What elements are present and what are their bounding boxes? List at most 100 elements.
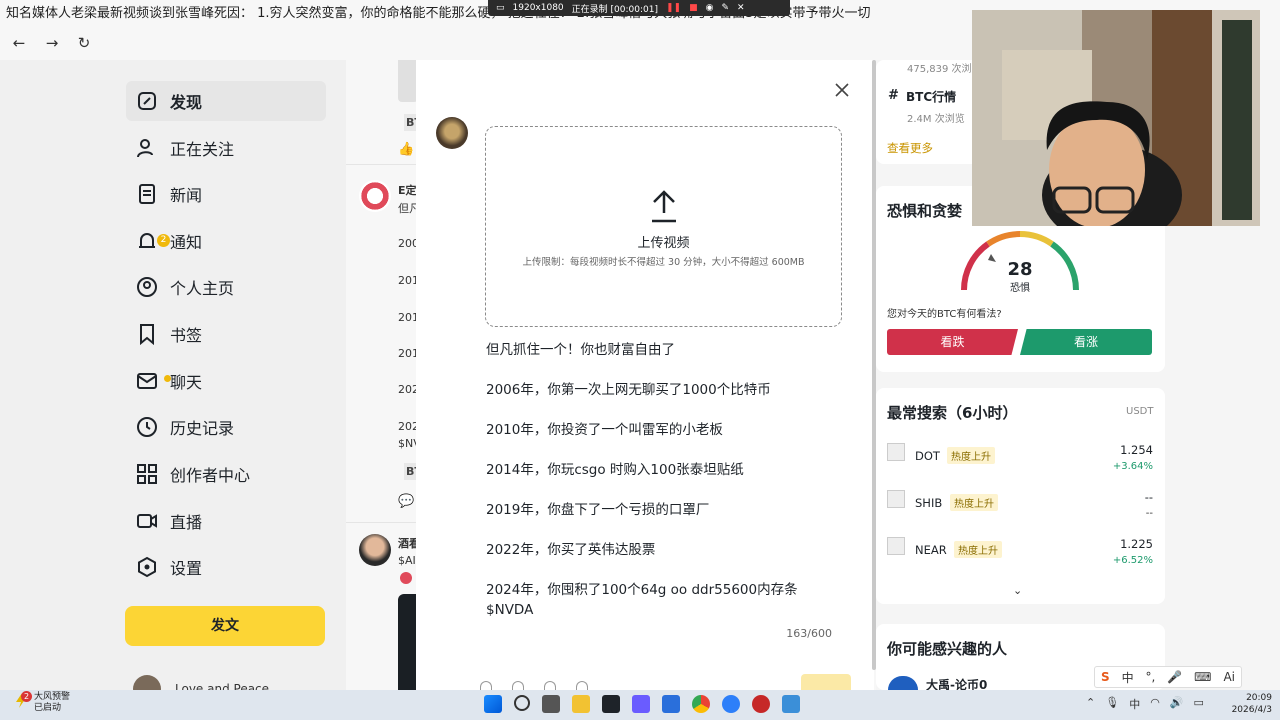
- sidebar-item-label: 正在关注: [170, 140, 235, 159]
- browser-icon[interactable]: [722, 695, 740, 713]
- sidebar-item-label: 通知: [170, 233, 203, 252]
- topic-name[interactable]: BTC行情: [906, 88, 956, 105]
- char-counter: 163/600: [786, 627, 832, 640]
- screen-recorder-bar[interactable]: ▭ 1920x1080 正在录制 [00:00:01] ❚❚ ■ ◉ ✎ ✕: [488, 0, 790, 16]
- sidebar-item-label: 新闻: [170, 186, 203, 205]
- chevron-up-icon[interactable]: ⌃: [1086, 696, 1095, 712]
- camera-icon[interactable]: ◉: [706, 3, 714, 13]
- notepad-icon[interactable]: [782, 695, 800, 713]
- sidebar-item-label: 设置: [170, 559, 203, 578]
- emoji-icon[interactable]: [480, 681, 492, 690]
- sidebar-item-creator[interactable]: 创作者中心: [126, 454, 326, 494]
- post-line: $NVDA: [486, 602, 534, 618]
- sidebar-item-discover[interactable]: 发现: [126, 81, 326, 121]
- ime-indicator-icon[interactable]: 中: [1129, 696, 1140, 712]
- microphone-icon[interactable]: 🎤: [1167, 670, 1182, 684]
- poll-icon[interactable]: [576, 681, 588, 690]
- like-icon[interactable]: 👍: [398, 142, 414, 157]
- start-icon[interactable]: [484, 695, 502, 713]
- hot-badge: 热度上升: [950, 494, 998, 511]
- sogou-icon[interactable]: S: [1101, 670, 1110, 684]
- mention-icon[interactable]: [544, 681, 556, 690]
- post-button[interactable]: 发文: [125, 606, 325, 646]
- divider: [346, 522, 416, 523]
- chat-icon: [137, 373, 157, 389]
- see-more-link[interactable]: 查看更多: [887, 140, 933, 156]
- sidebar-item-settings[interactable]: 设置: [126, 547, 326, 587]
- battery-icon[interactable]: ▭: [1194, 696, 1204, 712]
- back-icon[interactable]: ←: [8, 32, 30, 54]
- chevron-down-icon[interactable]: ⌄: [1013, 584, 1022, 597]
- submit-button[interactable]: [801, 674, 851, 690]
- topic-views: 2.4M 次浏览: [907, 114, 965, 125]
- search-row[interactable]: SHIB 热度上升 -- --: [887, 490, 1153, 530]
- topic-hash-icon: #: [888, 88, 899, 103]
- weather-widget[interactable]: 2 大风预警 已启动: [14, 691, 70, 714]
- coin-icon: [887, 537, 905, 555]
- sidebar-item-live[interactable]: 直播: [126, 501, 326, 541]
- ime-mode[interactable]: 中: [1122, 669, 1134, 686]
- wifi-icon[interactable]: ◠: [1150, 696, 1160, 712]
- coin-change: +3.64%: [1112, 461, 1153, 472]
- coin-change: +6.52%: [1112, 555, 1153, 566]
- microphone-icon[interactable]: 🎙: [1105, 696, 1119, 712]
- search-row[interactable]: DOT 热度上升 1.254 +3.64%: [887, 443, 1153, 483]
- feed-video-thumbnail[interactable]: [398, 594, 418, 690]
- coin-price: 1.254: [1120, 443, 1153, 457]
- chrome-icon[interactable]: [692, 695, 710, 713]
- forward-icon[interactable]: →: [41, 32, 63, 54]
- sidebar-item-label: 发现: [170, 93, 203, 112]
- hot-badge: 热度上升: [947, 447, 995, 464]
- webcam-overlay[interactable]: [972, 10, 1260, 226]
- ime-punct[interactable]: °,: [1146, 670, 1156, 684]
- taskbar-clock[interactable]: 20:09 2026/4/3: [1230, 692, 1272, 716]
- sidebar-item-profile[interactable]: 个人主页: [126, 267, 326, 307]
- app-icon[interactable]: [632, 695, 650, 713]
- sidebar-item-history[interactable]: 历史记录: [126, 407, 326, 447]
- post-snippet: $AI: [398, 554, 416, 567]
- stop-icon[interactable]: ■: [689, 3, 698, 13]
- search-app-icon[interactable]: [662, 695, 680, 713]
- coin-symbol: DOT: [915, 449, 940, 463]
- close-recorder-icon[interactable]: ✕: [737, 3, 745, 13]
- close-icon[interactable]: [832, 80, 852, 100]
- system-tray: ⌃ 🎙 中 ◠ 🔊 ▭: [1086, 696, 1204, 712]
- search-icon[interactable]: [514, 695, 530, 711]
- video-upload-area[interactable]: 上传视频 上传限制：每段视频时长不得超过 30 分钟，大小不得超过 600MB: [485, 126, 842, 327]
- webcam-image: [972, 10, 1260, 226]
- bullish-button[interactable]: 看涨: [1020, 329, 1152, 355]
- recorder-resolution: 1920x1080: [512, 3, 564, 13]
- coin-icon: [887, 443, 905, 461]
- avatar[interactable]: [359, 534, 391, 566]
- search-row[interactable]: NEAR 热度上升 1.225 +6.52%: [887, 537, 1153, 577]
- sidebar-item-following[interactable]: 正在关注: [126, 128, 326, 168]
- sidebar-item-chat[interactable]: 聊天: [126, 361, 326, 401]
- sidebar-item-label: 书签: [170, 326, 203, 345]
- volume-icon[interactable]: 🔊: [1170, 696, 1184, 712]
- binance-icon[interactable]: [602, 695, 620, 713]
- task-view-icon[interactable]: [542, 695, 560, 713]
- post-author[interactable]: E定: [398, 182, 417, 198]
- post-line: 2010年，你投资了一个叫雷军的小老板: [486, 422, 723, 438]
- avatar[interactable]: [359, 180, 391, 212]
- pen-icon[interactable]: ✎: [721, 3, 729, 13]
- bearish-button[interactable]: 看跌: [887, 329, 1018, 355]
- comment-icon[interactable]: 💬: [398, 494, 414, 509]
- avatar[interactable]: [888, 676, 918, 690]
- keyboard-icon[interactable]: ⌨: [1194, 670, 1211, 684]
- pause-icon[interactable]: ❚❚: [666, 3, 681, 13]
- image-icon[interactable]: [512, 681, 524, 690]
- coin-price: 1.225: [1120, 537, 1153, 551]
- post-text[interactable]: 但凡抓住一个！你也财富自由了 2006年，你第一次上网无聊买了1000个比特币 …: [486, 340, 836, 620]
- reload-icon[interactable]: ↻: [73, 32, 95, 54]
- post-line: 但凡抓住一个！你也财富自由了: [486, 342, 675, 358]
- sidebar-item-notifications[interactable]: 2 通知: [126, 221, 326, 261]
- ai-icon[interactable]: Ai: [1223, 670, 1235, 684]
- sidebar-item-bookmarks[interactable]: 书签: [126, 314, 326, 354]
- post-line: 2024年，你囤积了100个64g oo ddr55600内存条: [486, 582, 798, 598]
- file-explorer-icon[interactable]: [572, 695, 590, 713]
- ime-toolbar[interactable]: S 中 °, 🎤 ⌨ Ai: [1094, 666, 1242, 688]
- post-line: 2006年，你第一次上网无聊买了1000个比特币: [486, 382, 771, 398]
- sidebar-item-news[interactable]: 新闻: [126, 174, 326, 214]
- recorder-app-icon[interactable]: [752, 695, 770, 713]
